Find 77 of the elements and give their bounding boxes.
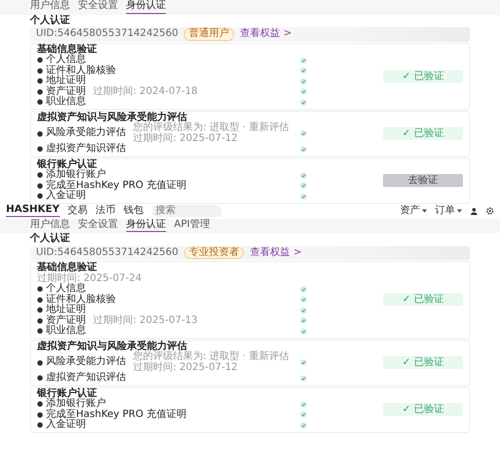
bullet-icon — [37, 307, 43, 314]
nav-link[interactable]: 法币 — [96, 206, 116, 216]
item-label: 证件和人脸核验 — [46, 66, 116, 76]
bullet-icon — [37, 286, 43, 292]
logo[interactable]: HASHKEY — [6, 205, 60, 217]
item-label: 职业信息 — [46, 97, 86, 108]
section-title: 虚拟资产知识与风险承受能力评估 — [37, 112, 187, 122]
nav-link[interactable]: 钱包 — [124, 206, 144, 216]
item-label: 个人信息 — [46, 284, 86, 294]
user-icon[interactable] — [470, 207, 478, 215]
benefits-link[interactable]: 查看权益 > — [240, 29, 292, 40]
caret-icon — [457, 209, 462, 213]
search-field[interactable]: 搜索 — [152, 205, 222, 217]
item-label: 完成至HashKey PRO 充值证明 — [46, 180, 187, 190]
nav-link[interactable]: 交易 — [68, 206, 88, 216]
item-label: 入金证明 — [46, 420, 86, 430]
item-label: 添加银行账户 — [46, 399, 106, 409]
page-title: 个人认证 — [30, 16, 71, 26]
item-label: 入金证明 — [46, 191, 86, 202]
section-title: 基础信息验证 — [37, 44, 98, 54]
item-label: 证件和人脸核验 — [46, 294, 116, 304]
item-label: 地址证明 — [46, 76, 86, 86]
bullet-icon — [37, 328, 43, 334]
expiry-text: 过期时间: 2025-07-24 — [37, 274, 143, 284]
benefits-link[interactable]: 查看权益 > — [250, 248, 302, 258]
item-label: 完成至HashKey PRO 充值证明 — [46, 410, 187, 420]
bullet-icon — [37, 57, 43, 64]
tab[interactable]: API管理 — [174, 220, 210, 232]
tab[interactable]: 安全设置 — [78, 220, 118, 232]
settings-icon[interactable] — [486, 207, 494, 215]
tab[interactable]: 身份认证 — [126, 1, 166, 14]
section-title: 银行账户认证 — [37, 388, 97, 398]
nav-menu[interactable]: 资产 — [400, 206, 427, 216]
bullet-icon — [37, 412, 43, 418]
bullet-icon — [37, 193, 43, 200]
item-label: 风险承受能力评估 — [46, 128, 126, 139]
caret-icon — [422, 209, 427, 213]
bullet-icon — [37, 375, 43, 382]
bullet-icon — [37, 78, 43, 84]
item-label: 虚拟资产知识评估 — [46, 373, 126, 384]
nav-menu[interactable]: 订单 — [435, 206, 462, 216]
tab[interactable]: 身份认证 — [126, 220, 166, 232]
bullet-icon — [37, 99, 43, 106]
item-label: 添加银行账户 — [46, 170, 106, 180]
item-note: 过期时间: 2025-07-12 — [133, 362, 238, 373]
item-label: 风险承受能力评估 — [46, 357, 126, 368]
item-note: 过期时间: 2025-07-12 — [133, 134, 238, 144]
bullet-icon — [37, 68, 43, 74]
section-title: 虚拟资产知识与风险承受能力评估 — [37, 342, 187, 352]
user-level-badge: 专业投资者 — [184, 246, 244, 259]
item-label: 虚拟资产知识评估 — [46, 144, 126, 154]
tab[interactable]: 用户信息 — [30, 220, 70, 232]
uid-text: UID:5464580553714242560 — [36, 29, 178, 40]
uid-text: UID:5464580553714242560 — [36, 248, 178, 258]
bullet-icon — [37, 360, 43, 366]
item-label: 资产证明 — [46, 316, 86, 326]
bullet-icon — [37, 182, 43, 189]
bullet-icon — [37, 172, 43, 178]
item-label: 个人信息 — [46, 55, 86, 65]
bullet-icon — [37, 401, 43, 408]
bullet-icon — [37, 130, 43, 136]
bullet-icon — [37, 318, 43, 324]
bullet-icon — [37, 296, 43, 303]
bullet-icon — [37, 422, 43, 428]
bullet-icon — [37, 88, 43, 95]
bullet-icon — [37, 146, 43, 152]
item-label: 职业信息 — [46, 326, 86, 336]
item-note: 您的评级结果为: 进取型 · 重新评估 — [133, 352, 290, 362]
item-note: 您的评级结果为: 进取型 · 重新评估 — [133, 123, 290, 133]
item-label: 地址证明 — [46, 305, 86, 315]
page-title: 个人认证 — [30, 234, 71, 244]
item-note: 过期时间: 2025-07-13 — [93, 316, 198, 326]
item-note: 过期时间: 2024-07-18 — [93, 86, 198, 97]
section-title: 基础信息验证 — [37, 263, 98, 273]
section-title: 银行账户认证 — [37, 160, 97, 170]
item-label: 资产证明 — [46, 86, 86, 96]
user-level-badge: 普通用户 — [184, 28, 234, 40]
